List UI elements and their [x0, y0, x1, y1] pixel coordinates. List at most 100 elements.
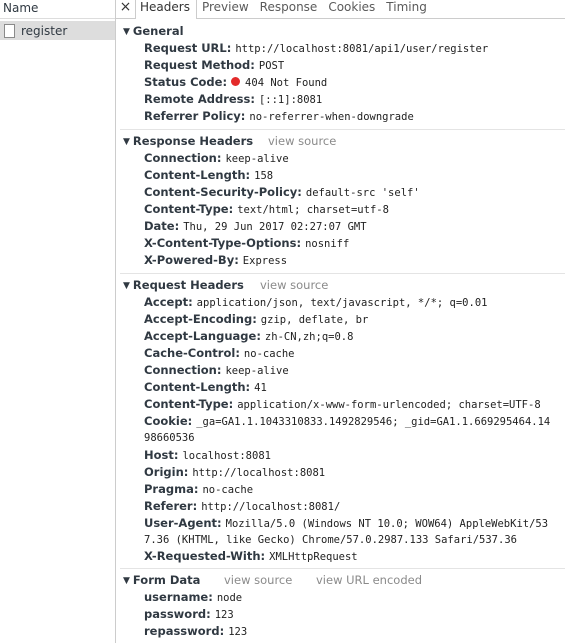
close-icon[interactable]: × — [116, 0, 135, 18]
request-headers-title: Request Headers — [132, 278, 244, 292]
tab-cookies[interactable]: Cookies — [323, 0, 381, 15]
request-header-row: Connection: keep-alive — [144, 362, 289, 379]
form-data-section-toggle[interactable]: ▼ Form Data — [123, 572, 200, 588]
row-key: Referrer Policy: — [144, 109, 246, 123]
request-header-row: Content-Type: application/x-www-form-urle… — [144, 396, 541, 413]
row-value: node — [216, 592, 243, 604]
triangle-down-icon: ▼ — [123, 281, 130, 291]
request-header-row: Origin: http://localhost:8081 — [144, 464, 325, 481]
request-name: register — [21, 23, 68, 38]
row-value: no-referrer-when-downgrade — [249, 111, 414, 123]
form-data-view-url-encoded-link[interactable]: view URL encoded — [316, 572, 422, 588]
response-header-row: Content-Security-Policy: default-src 'sel… — [144, 184, 420, 201]
row-key: Connection: — [144, 363, 222, 377]
request-header-row: Referer: http://localhost:8081/ — [144, 498, 340, 515]
request-header-row: Cookie: _ga=GA1.1.1043310833.1492829546; … — [144, 413, 550, 430]
row-value: http://localhost:8081/ — [201, 501, 341, 513]
tab-timing[interactable]: Timing — [381, 0, 433, 15]
row-value: http://localhost:8081/api1/user/register — [235, 43, 489, 55]
row-value: Mozilla/5.0 (Windows NT 10.0; WOW64) App… — [225, 518, 549, 530]
row-key: Connection: — [144, 151, 222, 165]
row-key: X-Powered-By: — [144, 253, 239, 267]
request-headers-view-source-link[interactable]: view source — [260, 277, 328, 293]
response-header-row: Date: Thu, 29 Jun 2017 02:27:07 GMT — [144, 218, 367, 235]
section-divider — [120, 273, 565, 274]
response-headers-section-toggle[interactable]: ▼ Response Headers — [123, 133, 253, 149]
row-key: Referer: — [144, 499, 198, 513]
row-value: application/x-www-form-urlencoded; chars… — [237, 399, 541, 411]
request-header-row: User-Agent: Mozilla/5.0 (Windows NT 10.0;… — [144, 515, 548, 532]
row-key: Content-Length: — [144, 380, 251, 394]
name-column-header[interactable]: Name — [0, 0, 115, 19]
triangle-down-icon: ▼ — [123, 137, 130, 147]
form-data-row: username: node — [144, 589, 242, 606]
row-key: Remote Address: — [144, 92, 255, 106]
request-header-row: X-Requested-With: XMLHttpRequest — [144, 548, 358, 565]
row-value: nosniff — [305, 238, 350, 250]
request-headers-section-toggle[interactable]: ▼ Request Headers — [123, 277, 244, 293]
request-details-panel: × Headers Preview Response Cookies Timin… — [116, 0, 565, 643]
row-key: Cookie: — [144, 414, 193, 428]
user-agent-value-continued: 7.36 (KHTML, like Gecko) Chrome/57.0.298… — [144, 534, 517, 546]
section-divider — [120, 129, 565, 130]
general-row-status-code: Status Code: 404 Not Found — [144, 74, 327, 91]
row-value: 41 — [254, 382, 267, 394]
row-key: Content-Type: — [144, 397, 234, 411]
document-icon — [4, 23, 15, 38]
request-header-row: Content-Length: 41 — [144, 379, 267, 396]
general-section-toggle[interactable]: ▼ General — [123, 23, 184, 39]
row-value: zh-CN,zh;q=0.8 — [264, 331, 354, 343]
row-key: X-Requested-With: — [144, 549, 266, 563]
request-header-row: Accept: application/json, text/javascript… — [144, 294, 487, 311]
general-row-request-url: Request URL: http://localhost:8081/api1/u… — [144, 40, 488, 57]
request-list-panel: Name register — [0, 0, 116, 643]
general-row-remote-address: Remote Address: [::1]:8081 — [144, 91, 322, 108]
row-key: username: — [144, 590, 213, 604]
row-key: Status Code: — [144, 75, 228, 89]
row-value: 123 — [228, 626, 248, 638]
row-value: keep-alive — [225, 153, 289, 165]
details-tabbar: × Headers Preview Response Cookies Timin… — [116, 0, 565, 19]
row-key: Accept: — [144, 295, 193, 309]
tab-response[interactable]: Response — [255, 0, 324, 15]
row-value: 123 — [214, 609, 234, 621]
row-value: application/json, text/javascript, */*; … — [196, 297, 488, 309]
request-header-row: Accept-Language: zh-CN,zh;q=0.8 — [144, 328, 353, 345]
row-key: Content-Security-Policy: — [144, 185, 302, 199]
row-value: 158 — [254, 170, 274, 182]
form-data-row: repassword: 123 — [144, 623, 247, 640]
request-header-row: Pragma: no-cache — [144, 481, 253, 498]
row-key: Origin: — [144, 465, 189, 479]
row-key: X-Content-Type-Options: — [144, 236, 302, 250]
row-value: keep-alive — [225, 365, 289, 377]
response-header-row: Connection: keep-alive — [144, 150, 289, 167]
tab-preview[interactable]: Preview — [197, 0, 255, 15]
row-value: default-src 'self' — [305, 187, 420, 199]
response-headers-view-source-link[interactable]: view source — [268, 133, 336, 149]
form-data-view-source-link[interactable]: view source — [224, 572, 292, 588]
row-key: Request URL: — [144, 41, 232, 55]
general-section-title: General — [132, 24, 184, 38]
row-value: gzip, deflate, br — [260, 314, 369, 326]
row-value: no-cache — [202, 484, 254, 496]
row-key: Accept-Encoding: — [144, 312, 257, 326]
row-key: repassword: — [144, 624, 225, 638]
row-value: _ga=GA1.1.1043310833.1492829546; _gid=GA… — [196, 416, 551, 428]
row-value: Thu, 29 Jun 2017 02:27:07 GMT — [183, 221, 367, 233]
section-divider — [120, 568, 565, 569]
row-key: Pragma: — [144, 482, 199, 496]
form-data-title: Form Data — [132, 573, 201, 587]
row-key: Cache-Control: — [144, 346, 240, 360]
row-value: http://localhost:8081 — [192, 467, 326, 479]
tab-headers[interactable]: Headers — [135, 0, 197, 19]
row-key: Request Method: — [144, 58, 255, 72]
request-header-row: Accept-Encoding: gzip, deflate, br — [144, 311, 368, 328]
row-key: Content-Length: — [144, 168, 251, 182]
row-key: Host: — [144, 448, 179, 462]
triangle-down-icon: ▼ — [123, 576, 130, 586]
form-data-row: password: 123 — [144, 606, 234, 623]
request-header-row: Host: localhost:8081 — [144, 447, 271, 464]
row-key: password: — [144, 607, 211, 621]
request-row-register[interactable]: register — [0, 21, 115, 40]
row-key: Date: — [144, 219, 180, 233]
